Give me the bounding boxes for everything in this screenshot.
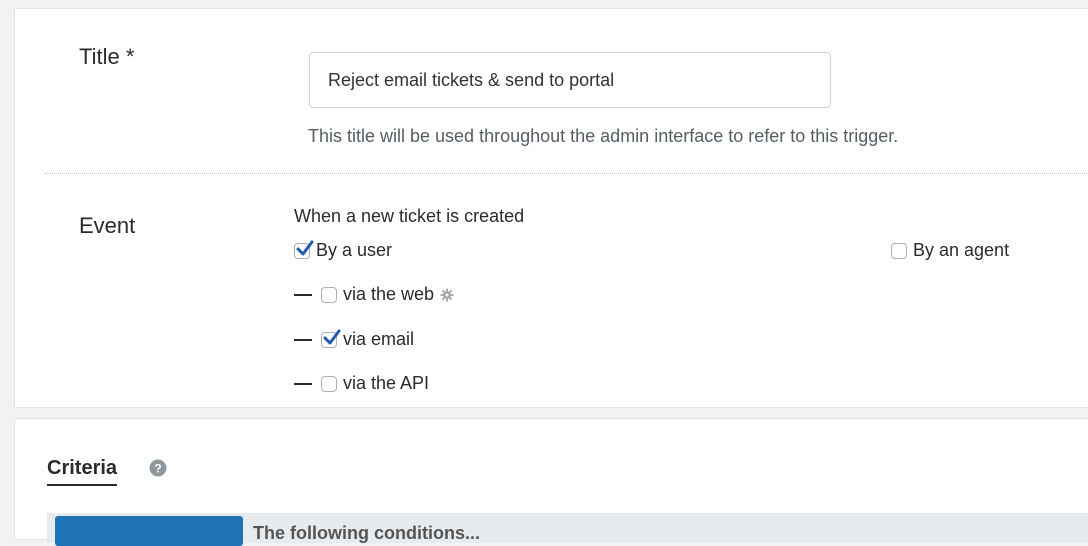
via-email-option[interactable]: via email bbox=[294, 329, 414, 350]
section-divider bbox=[45, 173, 1088, 174]
gear-icon[interactable] bbox=[440, 287, 454, 302]
via-email-checkbox[interactable] bbox=[321, 329, 341, 348]
indent-dash bbox=[294, 293, 312, 296]
via-email-label: via email bbox=[343, 329, 415, 349]
by-agent-option[interactable]: By an agent bbox=[891, 240, 1009, 261]
conditions-tab-button[interactable] bbox=[55, 516, 243, 546]
criteria-title: Criteria bbox=[47, 457, 118, 486]
via-api-checkbox[interactable] bbox=[321, 375, 337, 392]
indent-dash bbox=[294, 338, 312, 341]
criteria-panel: Criteria ? The following conditions... bbox=[14, 418, 1088, 546]
by-agent-checkbox[interactable] bbox=[891, 242, 907, 259]
checkmark-icon bbox=[323, 329, 341, 344]
conditions-strip-text: The following conditions... bbox=[253, 523, 480, 543]
svg-text:?: ? bbox=[154, 462, 161, 476]
via-web-checkbox[interactable] bbox=[321, 286, 337, 303]
indent-dash bbox=[294, 382, 312, 385]
conditions-strip: The following conditions... bbox=[47, 513, 1088, 546]
event-label: Event bbox=[79, 213, 136, 238]
event-heading: When a new ticket is created bbox=[294, 206, 525, 226]
title-help-text: This title will be used throughout the a… bbox=[308, 126, 899, 146]
via-web-label: via the web bbox=[343, 284, 435, 304]
via-web-option[interactable]: via the web bbox=[294, 284, 454, 305]
title-label: Title * bbox=[79, 44, 135, 69]
via-api-option[interactable]: via the API bbox=[294, 373, 429, 394]
by-user-option[interactable]: By a user bbox=[294, 240, 392, 261]
by-user-checkbox[interactable] bbox=[294, 240, 314, 259]
via-api-label: via the API bbox=[343, 373, 430, 393]
by-user-label: By a user bbox=[316, 240, 393, 260]
help-circle-icon[interactable]: ? bbox=[149, 459, 167, 477]
by-agent-label: By an agent bbox=[913, 240, 1010, 260]
trigger-settings-panel: Title * This title will be used througho… bbox=[14, 8, 1088, 408]
title-input[interactable] bbox=[309, 52, 831, 108]
checkmark-icon bbox=[296, 240, 314, 255]
